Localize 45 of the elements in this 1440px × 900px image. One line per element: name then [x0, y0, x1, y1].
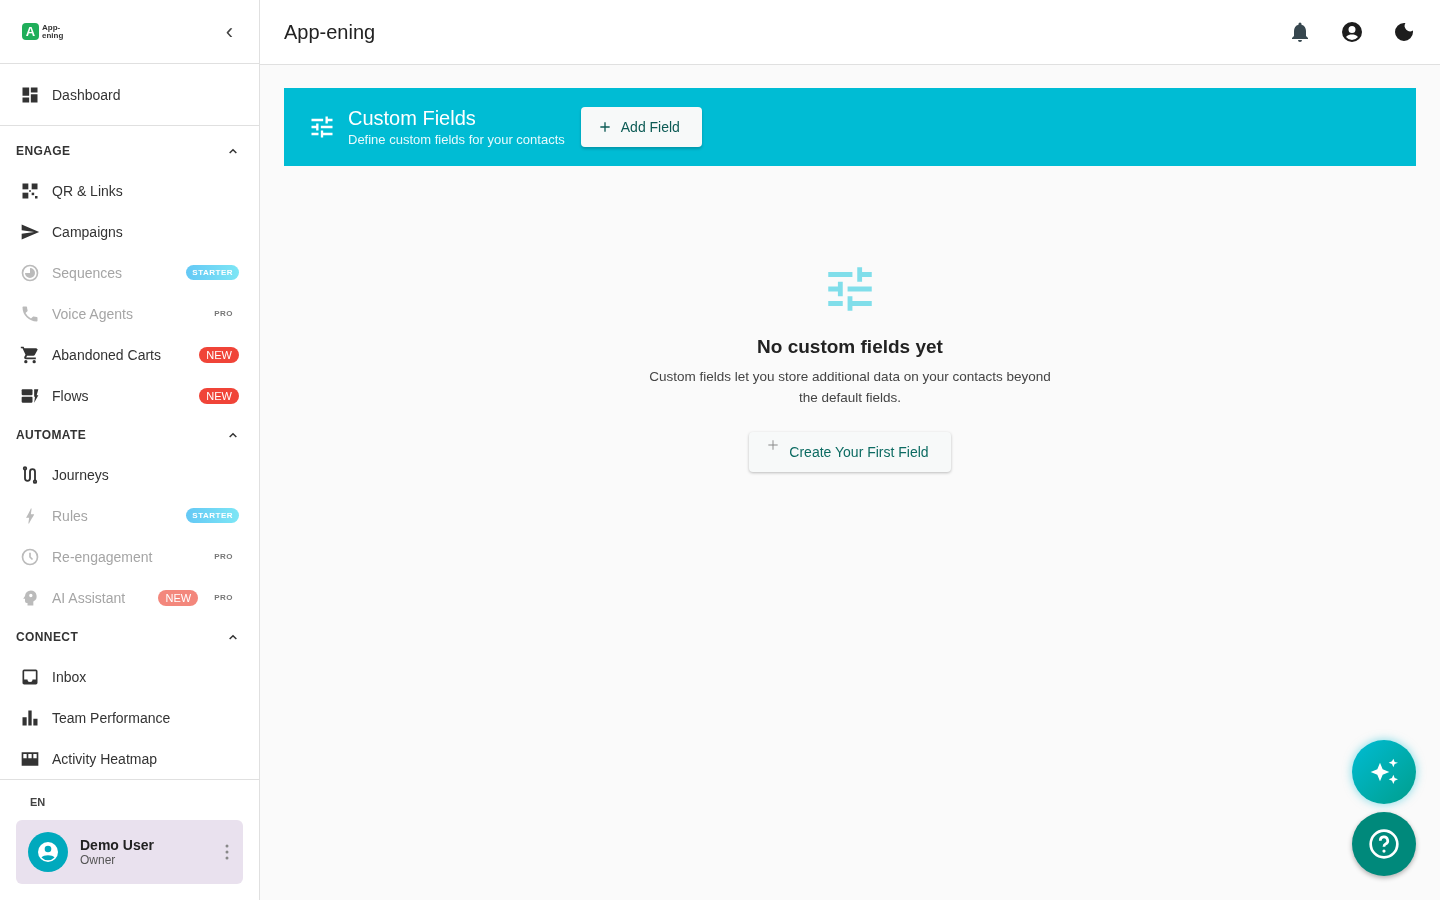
- create-field-button[interactable]: Create Your First Field: [749, 432, 951, 472]
- nav-item[interactable]: Dashboard: [0, 74, 259, 115]
- plan-badge: STARTER: [186, 265, 239, 280]
- plan-label: PRO: [213, 551, 234, 563]
- nav-item[interactable]: Abandoned Carts NEW: [0, 334, 259, 375]
- help-button[interactable]: [1352, 812, 1416, 876]
- account-icon[interactable]: [1340, 20, 1364, 44]
- user-card[interactable]: Demo User Owner: [16, 820, 243, 884]
- plan-badge: NEW: [199, 346, 239, 363]
- more-icon[interactable]: [225, 844, 229, 860]
- empty-state-title: No custom fields yet: [757, 336, 943, 358]
- sparkle-button[interactable]: [1352, 740, 1416, 804]
- nav-item[interactable]: Activity Heatmap: [0, 738, 259, 779]
- banner-title: Custom Fields: [348, 107, 477, 130]
- moon-icon[interactable]: [1392, 20, 1416, 44]
- cart-icon: [20, 344, 40, 365]
- section-title: ENGAGE: [16, 144, 71, 158]
- logo-text: App- ening: [42, 23, 64, 40]
- banner-subtitle: Define custom fields for your contacts: [348, 132, 565, 147]
- plan-badge: NEW: [199, 387, 239, 404]
- plan-badge: NEW: [158, 589, 199, 606]
- nav-item[interactable]: Inbox: [0, 656, 259, 697]
- nav-item[interactable]: Team Performance: [0, 697, 259, 738]
- nav-item[interactable]: Journeys: [0, 454, 259, 495]
- collapse-button[interactable]: ‹: [221, 21, 237, 42]
- section-title: AUTOMATE: [16, 428, 87, 442]
- user-name: Demo User: [80, 837, 155, 853]
- nav-item[interactable]: Flows NEW: [0, 375, 259, 416]
- plan-label: PRO: [213, 308, 234, 320]
- empty-state-text: Custom fields let you store additional data on your contacts beyond the default fields.: [648, 368, 1052, 407]
- help-icon: [1368, 828, 1400, 860]
- nav-item[interactable]: QR & Links: [0, 170, 259, 211]
- language-code: EN: [29, 796, 47, 808]
- avatar-icon: [28, 832, 68, 872]
- logo-mark: A: [22, 23, 39, 40]
- plan-badge: STARTER: [186, 508, 239, 523]
- nav-item[interactable]: Campaigns: [0, 211, 259, 252]
- page-title: App-ening: [284, 20, 376, 44]
- pie-icon: [20, 262, 40, 283]
- user-role: Owner: [80, 853, 117, 867]
- plan-label: PRO: [213, 592, 234, 604]
- route-icon: [20, 464, 40, 485]
- clock-icon: [20, 546, 40, 567]
- add-field-button[interactable]: Add Field: [580, 107, 702, 147]
- section-title: CONNECT: [16, 630, 79, 644]
